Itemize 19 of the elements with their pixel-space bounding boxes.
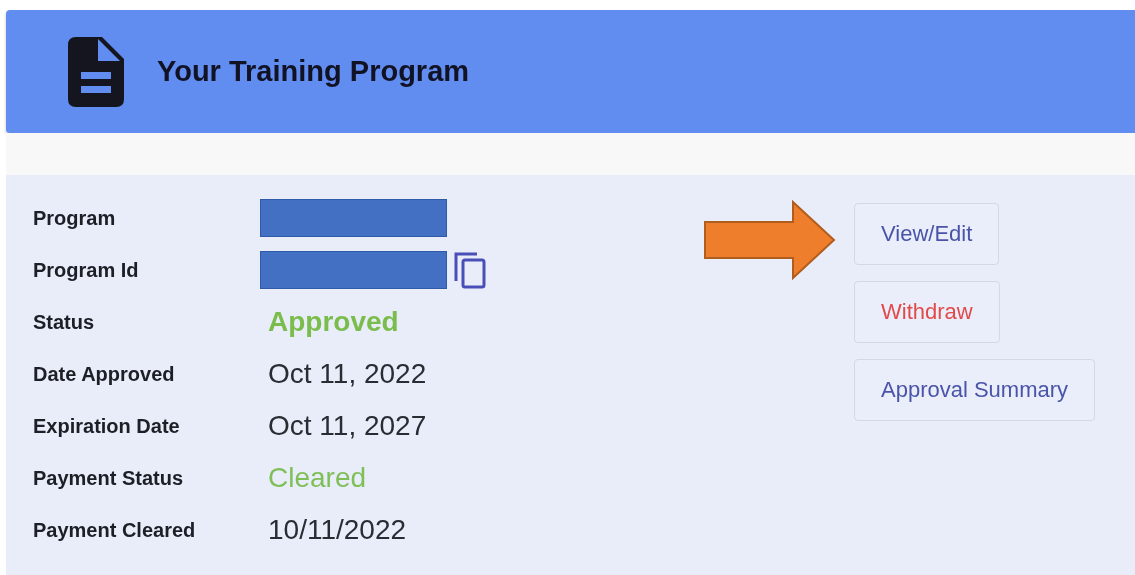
document-icon (68, 36, 124, 107)
field-value: 10/11/2022 (267, 514, 407, 546)
field-label: Date Approved (33, 362, 176, 386)
copy-icon[interactable] (453, 251, 487, 289)
arrow-icon (703, 200, 837, 280)
action-button[interactable]: Withdraw (854, 281, 1000, 343)
field-label: Payment Status (33, 466, 185, 490)
field-value: Oct 11, 2027 (267, 410, 427, 442)
field-value: Oct 11, 2022 (267, 358, 427, 390)
action-button[interactable]: View/Edit (854, 203, 1000, 265)
field-label: Program Id (33, 258, 140, 282)
field-label: Expiration Date (33, 414, 181, 438)
payment-status-value: Cleared (267, 462, 367, 494)
field-label: Status (33, 310, 96, 334)
field-label: Program (33, 206, 117, 230)
field-label: Payment Cleared (33, 518, 197, 542)
status-value: Approved (267, 306, 399, 338)
page-title: Your Training Program (157, 55, 470, 88)
action-button[interactable]: Approval Summary (854, 359, 1096, 421)
